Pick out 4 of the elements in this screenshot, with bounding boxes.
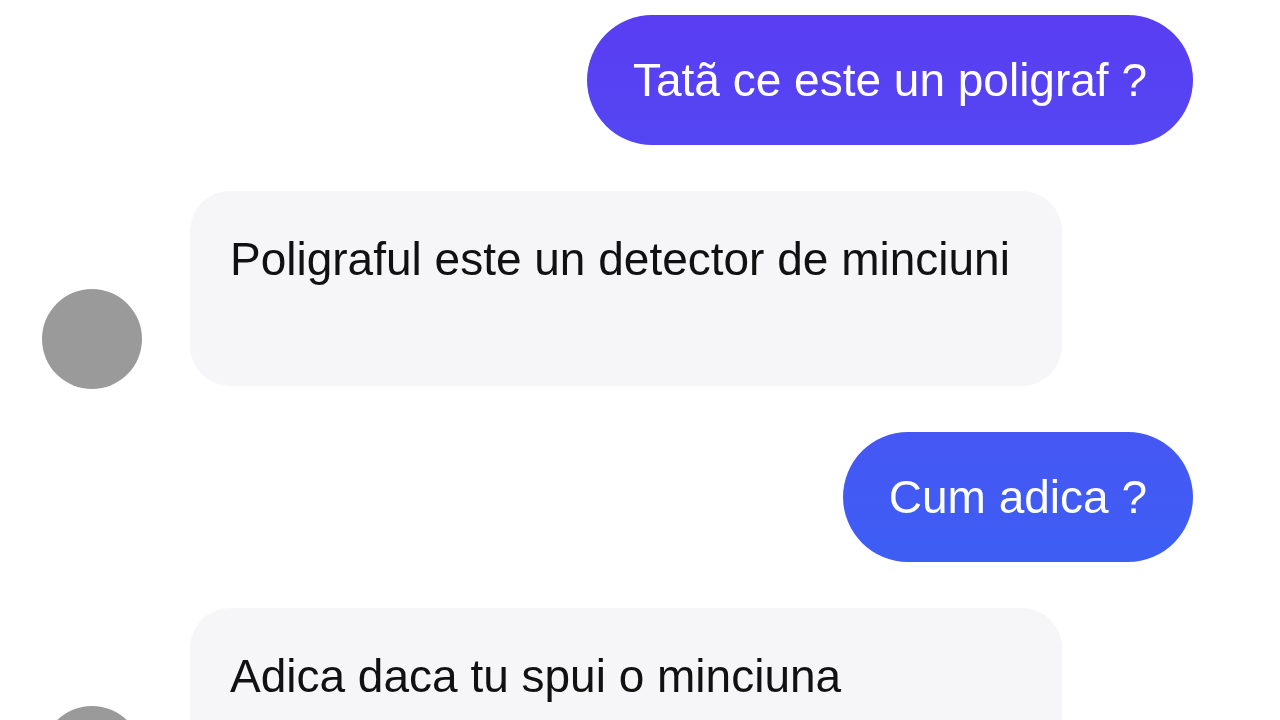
sent-message-bubble: Cum adica ? xyxy=(842,432,1193,562)
received-message-bubble: Adica daca tu spui o minciuna xyxy=(190,608,1062,720)
received-message-bubble: Poligraful este un detector de minciuni xyxy=(190,191,1062,386)
sent-message-bubble: Tatã ce este un poligraf ? xyxy=(587,15,1193,145)
